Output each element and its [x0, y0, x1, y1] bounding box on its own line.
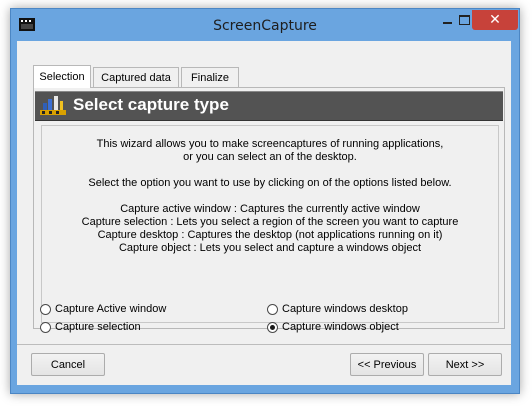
description-line: Select the option you want to use by cli…: [88, 177, 452, 189]
option-capture-windows-object[interactable]: Capture windows object: [267, 321, 399, 333]
cancel-button[interactable]: Cancel: [31, 353, 105, 376]
section-title: Select capture type: [73, 95, 229, 114]
option-capture-windows-desktop[interactable]: Capture windows desktop: [267, 303, 408, 315]
description-line: Capture desktop : Captures the desktop (…: [97, 229, 443, 241]
tab-selection[interactable]: Selection: [33, 65, 91, 88]
tab-label: Captured data: [101, 71, 171, 84]
maximize-icon: [458, 15, 470, 25]
option-capture-active-window[interactable]: Capture Active window: [40, 303, 166, 315]
option-capture-selection[interactable]: Capture selection: [40, 321, 141, 333]
option-label: Capture Active window: [55, 303, 167, 315]
app-window: ScreenCapture ✕ Selection Captured data …: [10, 8, 520, 394]
section-header: Select capture type: [35, 91, 503, 121]
description-line: Capture selection : Lets you select a re…: [81, 216, 459, 228]
wizard-client-area: Selection Captured data Finalize Select …: [17, 41, 511, 385]
option-label: Capture windows object: [282, 321, 399, 333]
next-button[interactable]: Next >>: [428, 353, 502, 376]
option-label: Capture windows desktop: [282, 303, 408, 315]
tab-label: Selection: [39, 71, 85, 83]
option-label: Capture selection: [55, 321, 141, 333]
close-button[interactable]: ✕: [472, 10, 518, 30]
tab-captured-data[interactable]: Captured data: [93, 67, 179, 87]
close-icon: ✕: [489, 12, 501, 28]
capture-tools-icon: [40, 96, 66, 115]
radio-button[interactable]: [267, 303, 278, 315]
description-line: This wizard allows you to make screencap…: [96, 138, 444, 150]
tab-label: Finalize: [191, 71, 229, 84]
previous-button[interactable]: << Previous: [350, 353, 424, 376]
description-box: This wizard allows you to make screencap…: [41, 125, 499, 323]
title-bar[interactable]: ScreenCapture ✕: [11, 9, 519, 41]
tab-finalize[interactable]: Finalize: [181, 67, 239, 87]
footer-divider: [17, 344, 511, 345]
description-line: Capture active window : Captures the cur…: [120, 203, 420, 215]
radio-button-selected[interactable]: [267, 321, 278, 333]
description-line: Capture object : Lets you select and cap…: [118, 242, 422, 254]
description-line: or you can select an of the desktop.: [183, 151, 357, 163]
radio-button[interactable]: [40, 321, 51, 333]
radio-button[interactable]: [40, 303, 51, 315]
